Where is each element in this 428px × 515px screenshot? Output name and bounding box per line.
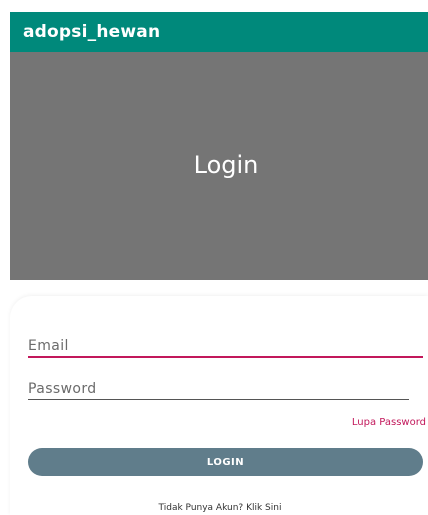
forgot-password-link[interactable]: Lupa Password <box>352 417 426 428</box>
page-title: Login <box>193 151 259 179</box>
password-label: Password <box>28 381 97 397</box>
email-field[interactable]: Email <box>28 334 423 358</box>
email-label: Email <box>28 338 69 354</box>
login-button[interactable]: LOGIN <box>28 448 423 476</box>
password-field[interactable]: Password <box>28 376 409 400</box>
login-card <box>10 296 428 515</box>
app-bar: adopsi_hewan <box>10 12 428 52</box>
app-title: adopsi_hewan <box>23 22 161 42</box>
signup-link[interactable]: Tidak Punya Akun? Klik Sini <box>6 503 428 513</box>
